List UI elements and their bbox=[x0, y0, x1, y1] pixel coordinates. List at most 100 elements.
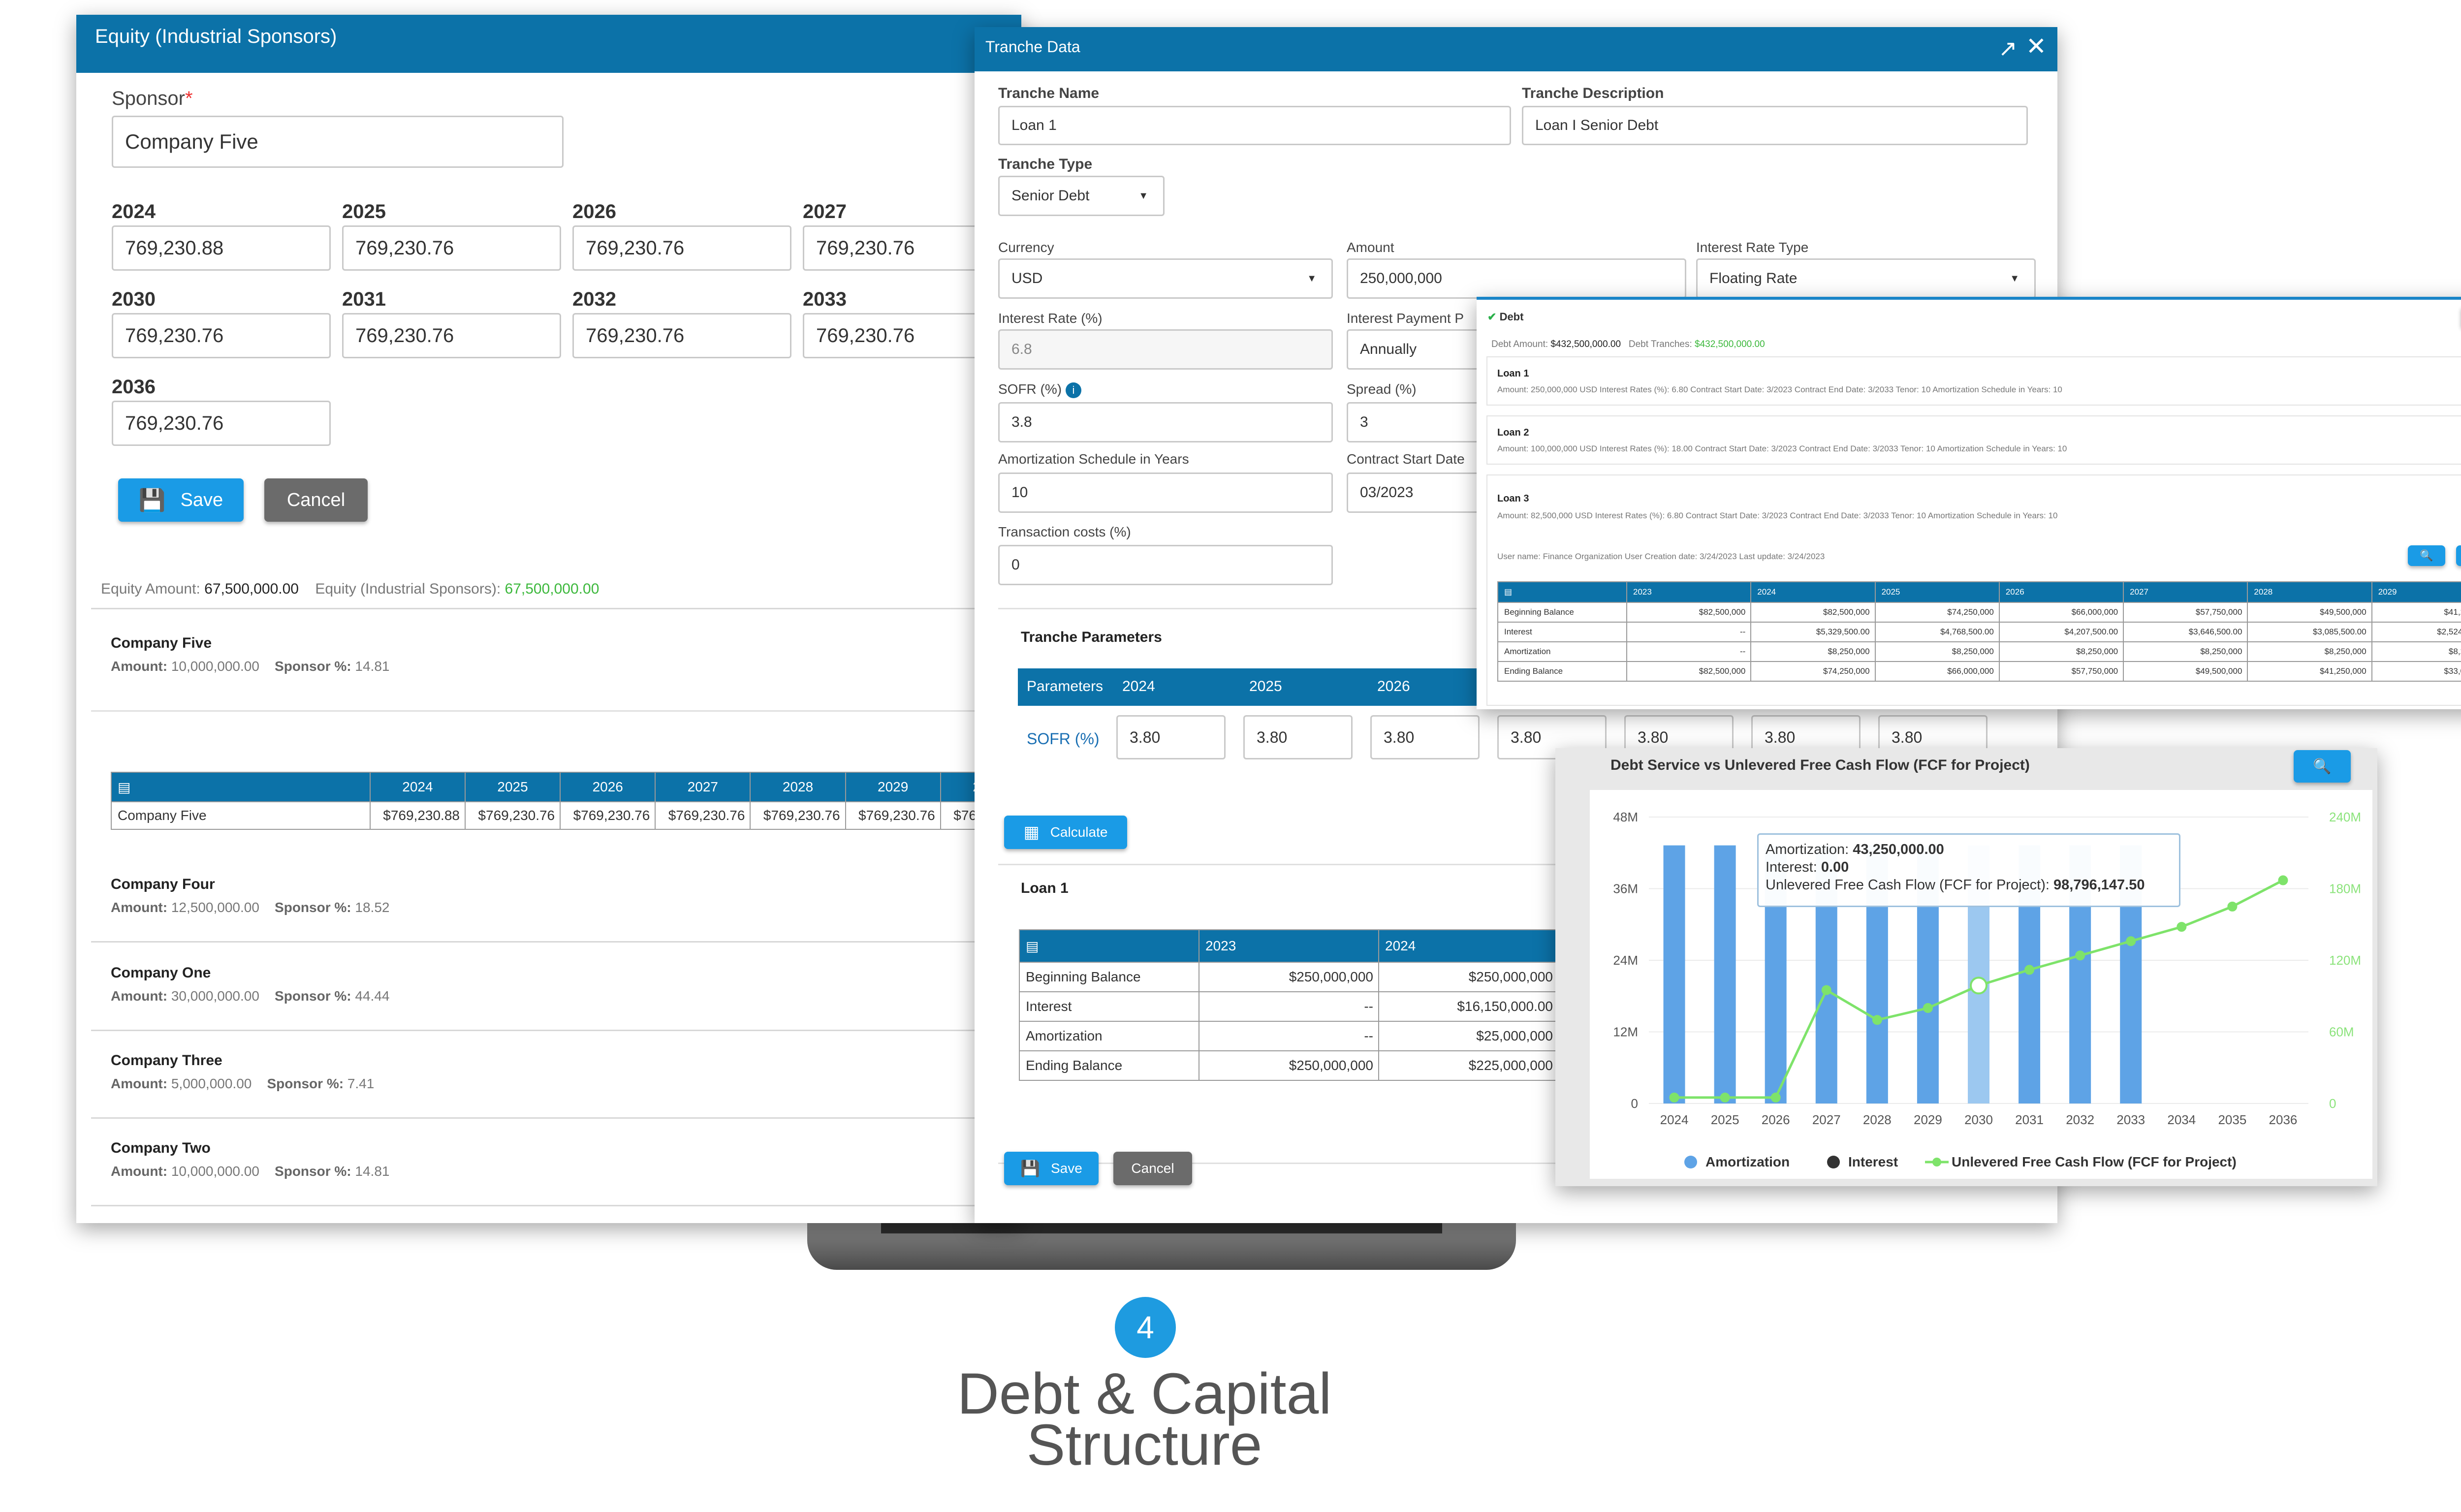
sofr-input[interactable]: 3.8 bbox=[998, 402, 1333, 442]
x-tick-label: 2036 bbox=[2269, 1112, 2298, 1127]
loan-accordion-2[interactable]: Loan 2 Amount: 100,000,000 USD Interest … bbox=[1486, 415, 2461, 465]
chevron-down-icon: ▼ bbox=[1138, 190, 1148, 201]
equity-window: Equity (Industrial Sponsors) Sponsor* Co… bbox=[76, 15, 1037, 1223]
sofr-year-input[interactable]: 3.80 bbox=[1116, 715, 1226, 759]
transaction-costs-input[interactable]: 0 bbox=[998, 545, 1333, 585]
x-tick-label: 2026 bbox=[1762, 1112, 1790, 1127]
sponsor-table: ▤2024202520262027202820292030 Company Fi… bbox=[111, 772, 1037, 830]
fcf-point bbox=[2177, 922, 2187, 932]
x-tick-label: 2024 bbox=[1660, 1112, 1689, 1127]
legend-label: Amortization bbox=[1705, 1154, 1790, 1169]
year-label: 2026 bbox=[572, 201, 616, 222]
year-label: 2024 bbox=[112, 201, 156, 222]
sponsor-card[interactable]: Company Three Amount: 5,000,000.00 Spons… bbox=[91, 1033, 1021, 1119]
fcf-point bbox=[2126, 936, 2136, 946]
y-left-tick-label: 0 bbox=[1631, 1096, 1638, 1111]
equity-title: Equity (Industrial Sponsors) bbox=[95, 26, 337, 47]
debt-title: ✔ Debt bbox=[1487, 311, 1524, 323]
year-value-input[interactable]: 769,230.76 bbox=[342, 225, 561, 271]
y-right-tick-label: 240M bbox=[2329, 810, 2361, 824]
year-label: 2027 bbox=[803, 201, 847, 222]
fcf-point bbox=[2024, 965, 2035, 975]
sponsor-card[interactable]: Company Five Amount: 10,000,000.00 Spons… bbox=[91, 608, 1037, 854]
table-row: Interest -- $5,329,500.00 $4,768,500.00 $4,2… bbox=[1497, 622, 2461, 642]
calculator-icon: ▦ bbox=[1023, 823, 1040, 842]
fcf-point bbox=[2278, 875, 2288, 885]
equity-header: Equity (Industrial Sponsors) bbox=[76, 15, 1021, 73]
divider bbox=[91, 710, 1021, 712]
tranche-description-input[interactable]: Loan I Senior Debt bbox=[1522, 106, 2028, 145]
legend-label: Interest bbox=[1848, 1154, 1898, 1169]
year-value-input[interactable]: 769,230.76 bbox=[112, 313, 331, 358]
year-label: 2031 bbox=[342, 288, 386, 310]
x-tick-label: 2027 bbox=[1812, 1112, 1841, 1127]
fcf-point bbox=[2075, 950, 2085, 961]
tranche-save-button[interactable]: 💾 Save bbox=[1004, 1152, 1099, 1185]
year-value-input[interactable]: 769,230.76 bbox=[572, 313, 791, 358]
chart-window: Debt Service vs Unlevered Free Cash Flow… bbox=[1555, 748, 2377, 1186]
y-left-tick-label: 24M bbox=[1613, 953, 1638, 968]
spread-input[interactable]: 3 bbox=[1347, 402, 1494, 442]
tranche-cancel-button[interactable]: Cancel bbox=[1113, 1152, 1192, 1185]
interest-rate-type-select[interactable]: Floating Rate ▼ bbox=[1696, 258, 2036, 299]
year-label: 2030 bbox=[112, 288, 156, 310]
tranche-type-select[interactable]: Senior Debt ▼ bbox=[998, 176, 1165, 216]
debt-window: ✔ Debt + Debt Amount: $432,500,000.00 De… bbox=[1477, 297, 2461, 709]
sofr-year-input[interactable]: 3.80 bbox=[1370, 715, 1480, 759]
table-menu-icon[interactable]: ▤ bbox=[111, 772, 371, 802]
x-tick-label: 2031 bbox=[2015, 1112, 2044, 1127]
year-value-input[interactable]: 769,230.76 bbox=[572, 225, 791, 271]
table-menu-icon[interactable]: ▤ bbox=[1019, 929, 1199, 963]
chart-area: 48M 240M 36M 180M 24M 120M 12M 60M 0 0 2024 2025 202… bbox=[1590, 790, 2372, 1179]
table-row: Ending Balance $82,500,000 $74,250,000 $66,… bbox=[1497, 661, 2461, 682]
close-icon[interactable]: ✕ bbox=[2026, 32, 2047, 61]
currency-select[interactable]: USD ▼ bbox=[998, 258, 1333, 299]
equity-save-button[interactable]: 💾 Save bbox=[118, 478, 244, 522]
x-tick-label: 2029 bbox=[1914, 1112, 1942, 1127]
contract-start-input[interactable]: 03/2023 bbox=[1347, 472, 1494, 513]
sofr-year-input[interactable]: 3.80 bbox=[1243, 715, 1353, 759]
chart-tooltip: Amortization: 43,250,000.00 Interest: 0.… bbox=[1757, 833, 2180, 907]
fcf-point bbox=[1669, 1092, 1679, 1102]
sponsor-card[interactable]: Company Four Amount: 12,500,000.00 Spons… bbox=[91, 856, 1021, 943]
amortization-bar bbox=[1663, 845, 1685, 1103]
equity-summary: Equity Amount: 67,500,000.00 Equity (Ind… bbox=[101, 581, 599, 597]
amortization-bar bbox=[1714, 845, 1736, 1103]
sponsor-input[interactable]: Company Five bbox=[112, 116, 564, 168]
fcf-point bbox=[1720, 1092, 1730, 1102]
sponsor-card[interactable]: Company One Amount: 30,000,000.00 Sponso… bbox=[91, 945, 1021, 1031]
equity-cancel-button[interactable]: Cancel bbox=[264, 478, 368, 522]
expand-icon[interactable]: ↗ bbox=[1998, 35, 2018, 62]
search-button[interactable]: 🔍 bbox=[2408, 545, 2445, 566]
delete-button[interactable]: 🗑 bbox=[2456, 545, 2461, 566]
chevron-down-icon: ▼ bbox=[1307, 273, 1317, 284]
year-value-input[interactable]: 769,230.76 bbox=[342, 313, 561, 358]
year-value-input[interactable]: 769,230.76 bbox=[112, 401, 331, 446]
loan-accordion-3[interactable]: Loan 3 Amount: 82,500,000 USD Interest R… bbox=[1486, 474, 2461, 706]
headline: Debt & Capital Structure bbox=[957, 1361, 1332, 1478]
interest-payment-select[interactable]: Annually bbox=[1347, 329, 1494, 370]
table-row: Amortization -- $8,250,000 $8,250,000 $8,250… bbox=[1497, 641, 2461, 662]
table-menu-icon[interactable]: ▤ bbox=[1497, 581, 1627, 603]
y-right-tick-label: 60M bbox=[2329, 1025, 2354, 1040]
loan-accordion-1[interactable]: Loan 1 Amount: 250,000,000 USD Interest … bbox=[1486, 356, 2461, 406]
tranche-header: Tranche Data ↗ ✕ bbox=[975, 27, 2057, 71]
year-value-input[interactable]: 769,230.88 bbox=[112, 225, 331, 271]
fcf-point bbox=[1770, 1092, 1781, 1102]
x-tick-label: 2025 bbox=[1711, 1112, 1739, 1127]
tranche-name-input[interactable]: Loan 1 bbox=[998, 106, 1511, 145]
year-label: 2025 bbox=[342, 201, 386, 222]
tranche-title: Tranche Data bbox=[985, 38, 1080, 56]
loan-panel: Loan 1 ▤2023202420 Beginning Balance$250… bbox=[998, 864, 1591, 1164]
chart-search-button[interactable]: 🔍 bbox=[2294, 750, 2351, 783]
fcf-point bbox=[1872, 1015, 1882, 1025]
amount-input[interactable]: 250,000,000 bbox=[1347, 258, 1686, 299]
x-tick-label: 2032 bbox=[2066, 1112, 2094, 1127]
calculate-button[interactable]: ▦ Calculate bbox=[1004, 816, 1127, 849]
sponsor-card[interactable]: Company Two Amount: 10,000,000.00 Sponso… bbox=[91, 1120, 1021, 1206]
y-left-tick-label: 48M bbox=[1613, 810, 1638, 824]
x-tick-label: 2035 bbox=[2218, 1112, 2246, 1127]
amortization-input[interactable]: 10 bbox=[998, 472, 1333, 513]
x-tick-label: 2033 bbox=[2116, 1112, 2145, 1127]
y-right-tick-label: 0 bbox=[2329, 1096, 2336, 1111]
